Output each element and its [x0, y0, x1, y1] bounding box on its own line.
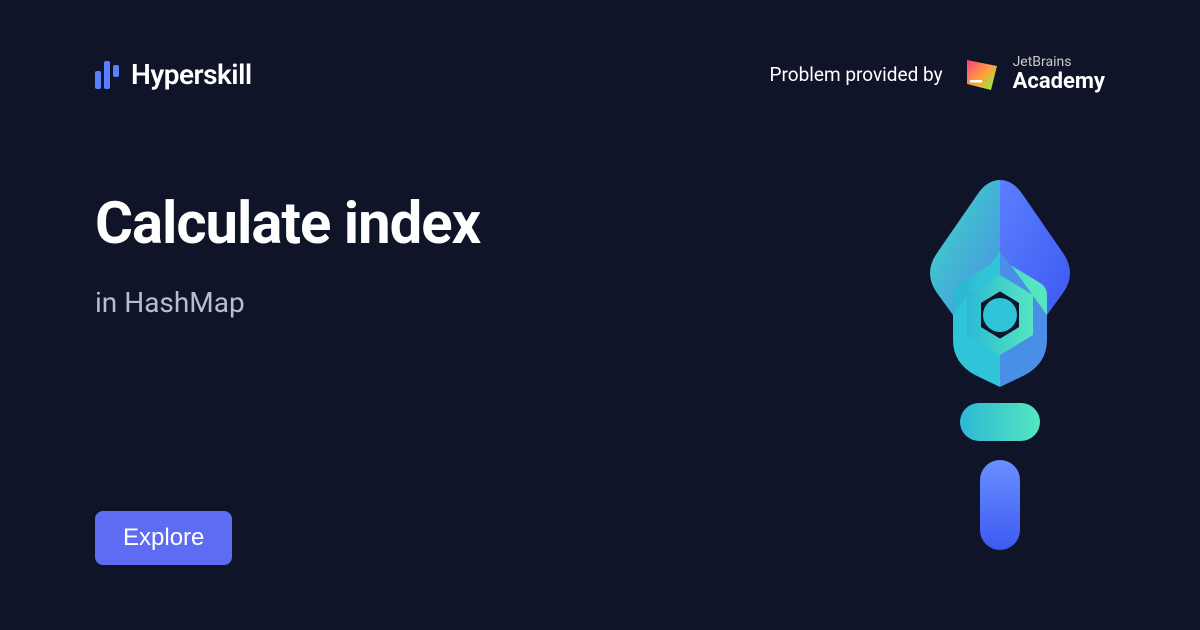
brand-name: Hyperskill	[131, 58, 252, 91]
decorative-pen-icon	[905, 175, 1095, 555]
jetbrains-icon	[963, 56, 1001, 94]
hyperskill-logo[interactable]: Hyperskill	[95, 58, 252, 91]
header: Hyperskill Problem provided by	[0, 0, 1200, 95]
jetbrains-logo[interactable]: JetBrains Academy	[963, 55, 1105, 95]
jetbrains-text: JetBrains Academy	[1013, 55, 1105, 95]
provided-by-label: Problem provided by	[770, 63, 943, 86]
partner-name: JetBrains	[1013, 55, 1105, 70]
partner-product: Academy	[1013, 70, 1105, 94]
hyperskill-icon	[95, 61, 119, 89]
explore-button[interactable]: Explore	[95, 511, 232, 565]
partner-block: Problem provided by JetBrains	[770, 55, 1105, 95]
